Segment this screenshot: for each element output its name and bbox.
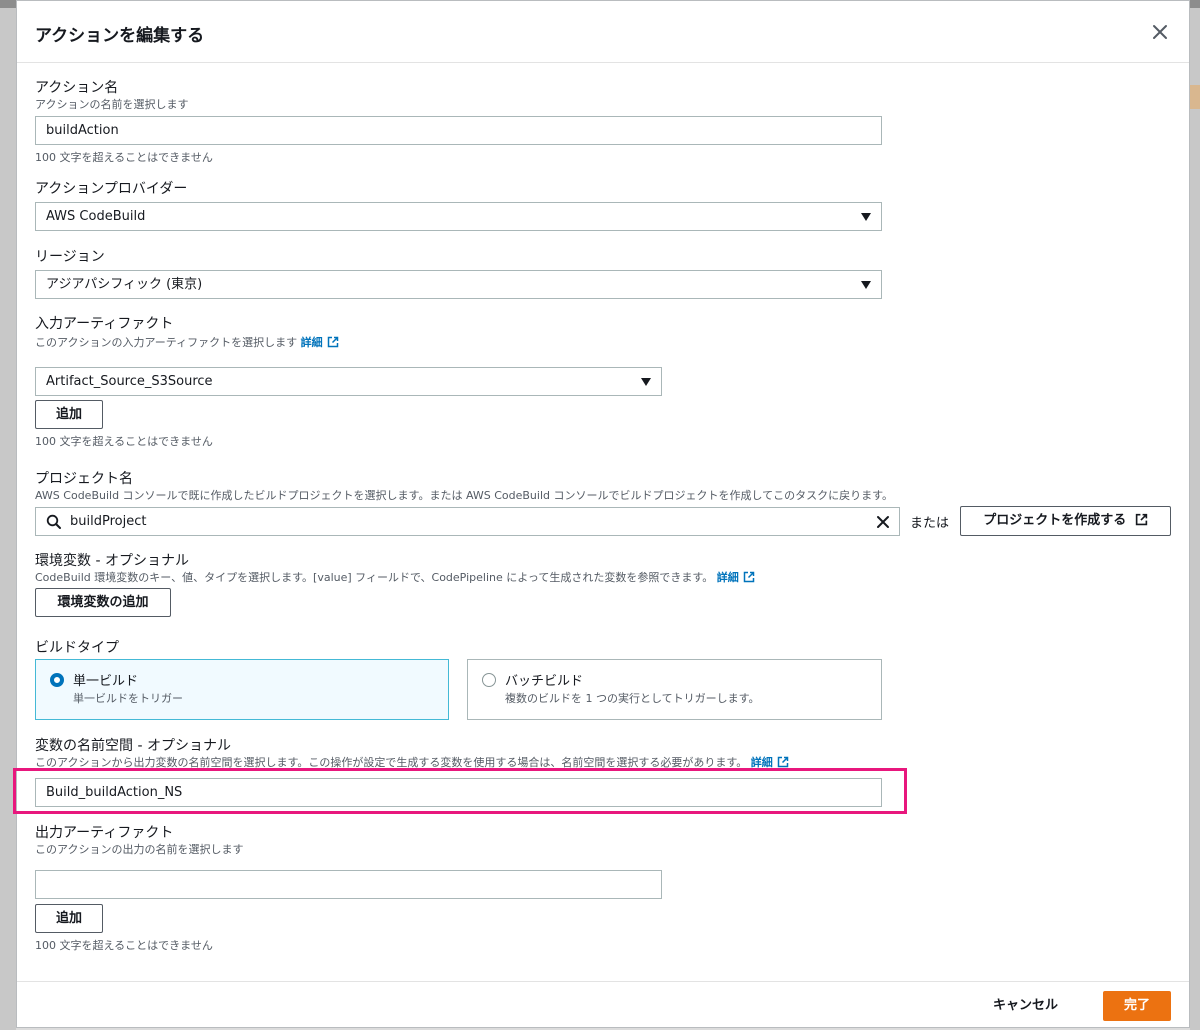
done-button[interactable]: 完了 bbox=[1103, 991, 1171, 1021]
output-artifacts-input[interactable] bbox=[35, 870, 662, 899]
project-search-value: buildProject bbox=[70, 514, 147, 529]
external-link-icon bbox=[327, 336, 338, 348]
info-link-text[interactable]: 詳細 bbox=[301, 336, 323, 349]
input-artifacts-selected: Artifact_Source_S3Source bbox=[46, 374, 213, 389]
caret-down-icon bbox=[861, 213, 871, 221]
build-type-label: ビルドタイプ bbox=[35, 640, 119, 656]
variable-namespace-description: このアクションから出力変数の名前空間を選択します。この操作が設定で生成する変数を… bbox=[35, 754, 789, 770]
add-output-artifact-button[interactable]: 追加 bbox=[35, 904, 103, 933]
create-project-button[interactable]: プロジェクトを作成する bbox=[960, 506, 1171, 536]
action-name-description: アクションの名前を選択します bbox=[35, 98, 189, 111]
input-artifacts-description: このアクションの入力アーティファクトを選択します 詳細 bbox=[35, 334, 339, 350]
output-artifacts-hint: 100 文字を超えることはできません bbox=[35, 939, 213, 952]
caret-down-icon bbox=[641, 378, 651, 386]
radio-unselected-icon[interactable] bbox=[482, 673, 496, 687]
external-link-icon bbox=[777, 756, 788, 768]
add-input-artifact-button[interactable]: 追加 bbox=[35, 400, 103, 429]
search-icon bbox=[46, 514, 61, 529]
env-vars-description-text: CodeBuild 環境変数のキー、値、タイプを選択します。[value] フィ… bbox=[35, 571, 714, 584]
build-type-batch-description: 複数のビルドを 1 つの実行としてトリガーします。 bbox=[505, 692, 760, 705]
info-link-text[interactable]: 詳細 bbox=[751, 756, 773, 769]
region-label: リージョン bbox=[35, 249, 105, 265]
project-name-description: AWS CodeBuild コンソールで既に作成したビルドプロジェクトを選択しま… bbox=[35, 489, 894, 502]
cancel-button[interactable]: キャンセル bbox=[979, 991, 1072, 1021]
action-name-label: アクション名 bbox=[35, 80, 119, 96]
project-search-field[interactable]: buildProject bbox=[35, 507, 900, 536]
variable-namespace-description-text: このアクションから出力変数の名前空間を選択します。この操作が設定で生成する変数を… bbox=[35, 756, 748, 769]
action-provider-select[interactable]: AWS CodeBuild bbox=[35, 202, 882, 231]
variable-namespace-info-link[interactable]: 詳細 bbox=[751, 756, 789, 769]
build-type-batch-option[interactable]: バッチビルド 複数のビルドを 1 つの実行としてトリガーします。 bbox=[467, 659, 882, 720]
external-link-icon bbox=[743, 571, 754, 583]
env-vars-info-link[interactable]: 詳細 bbox=[717, 571, 755, 584]
create-project-label: プロジェクトを作成する bbox=[983, 513, 1127, 528]
build-type-single-description: 単一ビルドをトリガー bbox=[73, 692, 183, 705]
variable-namespace-label: 変数の名前空間 - オプショナル bbox=[35, 738, 231, 754]
action-name-input[interactable] bbox=[35, 116, 882, 145]
action-provider-selected: AWS CodeBuild bbox=[46, 209, 146, 224]
input-artifacts-info-link[interactable]: 詳細 bbox=[301, 336, 339, 349]
or-label: または bbox=[910, 516, 950, 531]
caret-down-icon bbox=[861, 281, 871, 289]
build-type-single-title: 単一ビルド bbox=[73, 674, 139, 689]
region-select[interactable]: アジアパシフィック (東京) bbox=[35, 270, 882, 299]
input-artifacts-hint: 100 文字を超えることはできません bbox=[35, 435, 213, 448]
close-button[interactable] bbox=[1149, 21, 1171, 43]
env-vars-description: CodeBuild 環境変数のキー、値、タイプを選択します。[value] フィ… bbox=[35, 569, 755, 585]
edit-action-modal: アクションを編集する アクション名 アクションの名前を選択します 100 文字を… bbox=[13, 0, 1190, 1030]
background-accent bbox=[1190, 85, 1200, 109]
modal-title: アクションを編集する bbox=[35, 26, 205, 46]
input-artifacts-select[interactable]: Artifact_Source_S3Source bbox=[35, 367, 662, 396]
external-link-icon bbox=[1135, 513, 1147, 526]
info-link-text[interactable]: 詳細 bbox=[717, 571, 739, 584]
build-type-single-option[interactable]: 単一ビルド 単一ビルドをトリガー bbox=[35, 659, 449, 720]
add-env-var-button[interactable]: 環境変数の追加 bbox=[35, 588, 171, 617]
close-icon bbox=[1153, 25, 1167, 39]
input-artifacts-label: 入力アーティファクト bbox=[35, 316, 174, 332]
clear-icon bbox=[877, 516, 889, 528]
background-page-right bbox=[1190, 8, 1200, 1030]
radio-selected-icon[interactable] bbox=[50, 673, 64, 687]
project-name-label: プロジェクト名 bbox=[35, 471, 133, 487]
modal-footer: キャンセル 完了 bbox=[17, 981, 1189, 1030]
background-page-left bbox=[0, 8, 16, 1030]
env-vars-label: 環境変数 - オプショナル bbox=[35, 553, 189, 569]
input-artifacts-description-text: このアクションの入力アーティファクトを選択します bbox=[35, 336, 298, 349]
output-artifacts-description: このアクションの出力の名前を選択します bbox=[35, 843, 244, 856]
region-selected: アジアパシフィック (東京) bbox=[46, 277, 203, 292]
action-provider-label: アクションプロバイダー bbox=[35, 181, 188, 197]
action-name-hint: 100 文字を超えることはできません bbox=[35, 151, 213, 164]
output-artifacts-label: 出力アーティファクト bbox=[35, 825, 174, 841]
modal-header: アクションを編集する bbox=[17, 1, 1189, 63]
variable-namespace-input[interactable] bbox=[35, 778, 882, 807]
build-type-batch-title: バッチビルド bbox=[505, 674, 584, 689]
